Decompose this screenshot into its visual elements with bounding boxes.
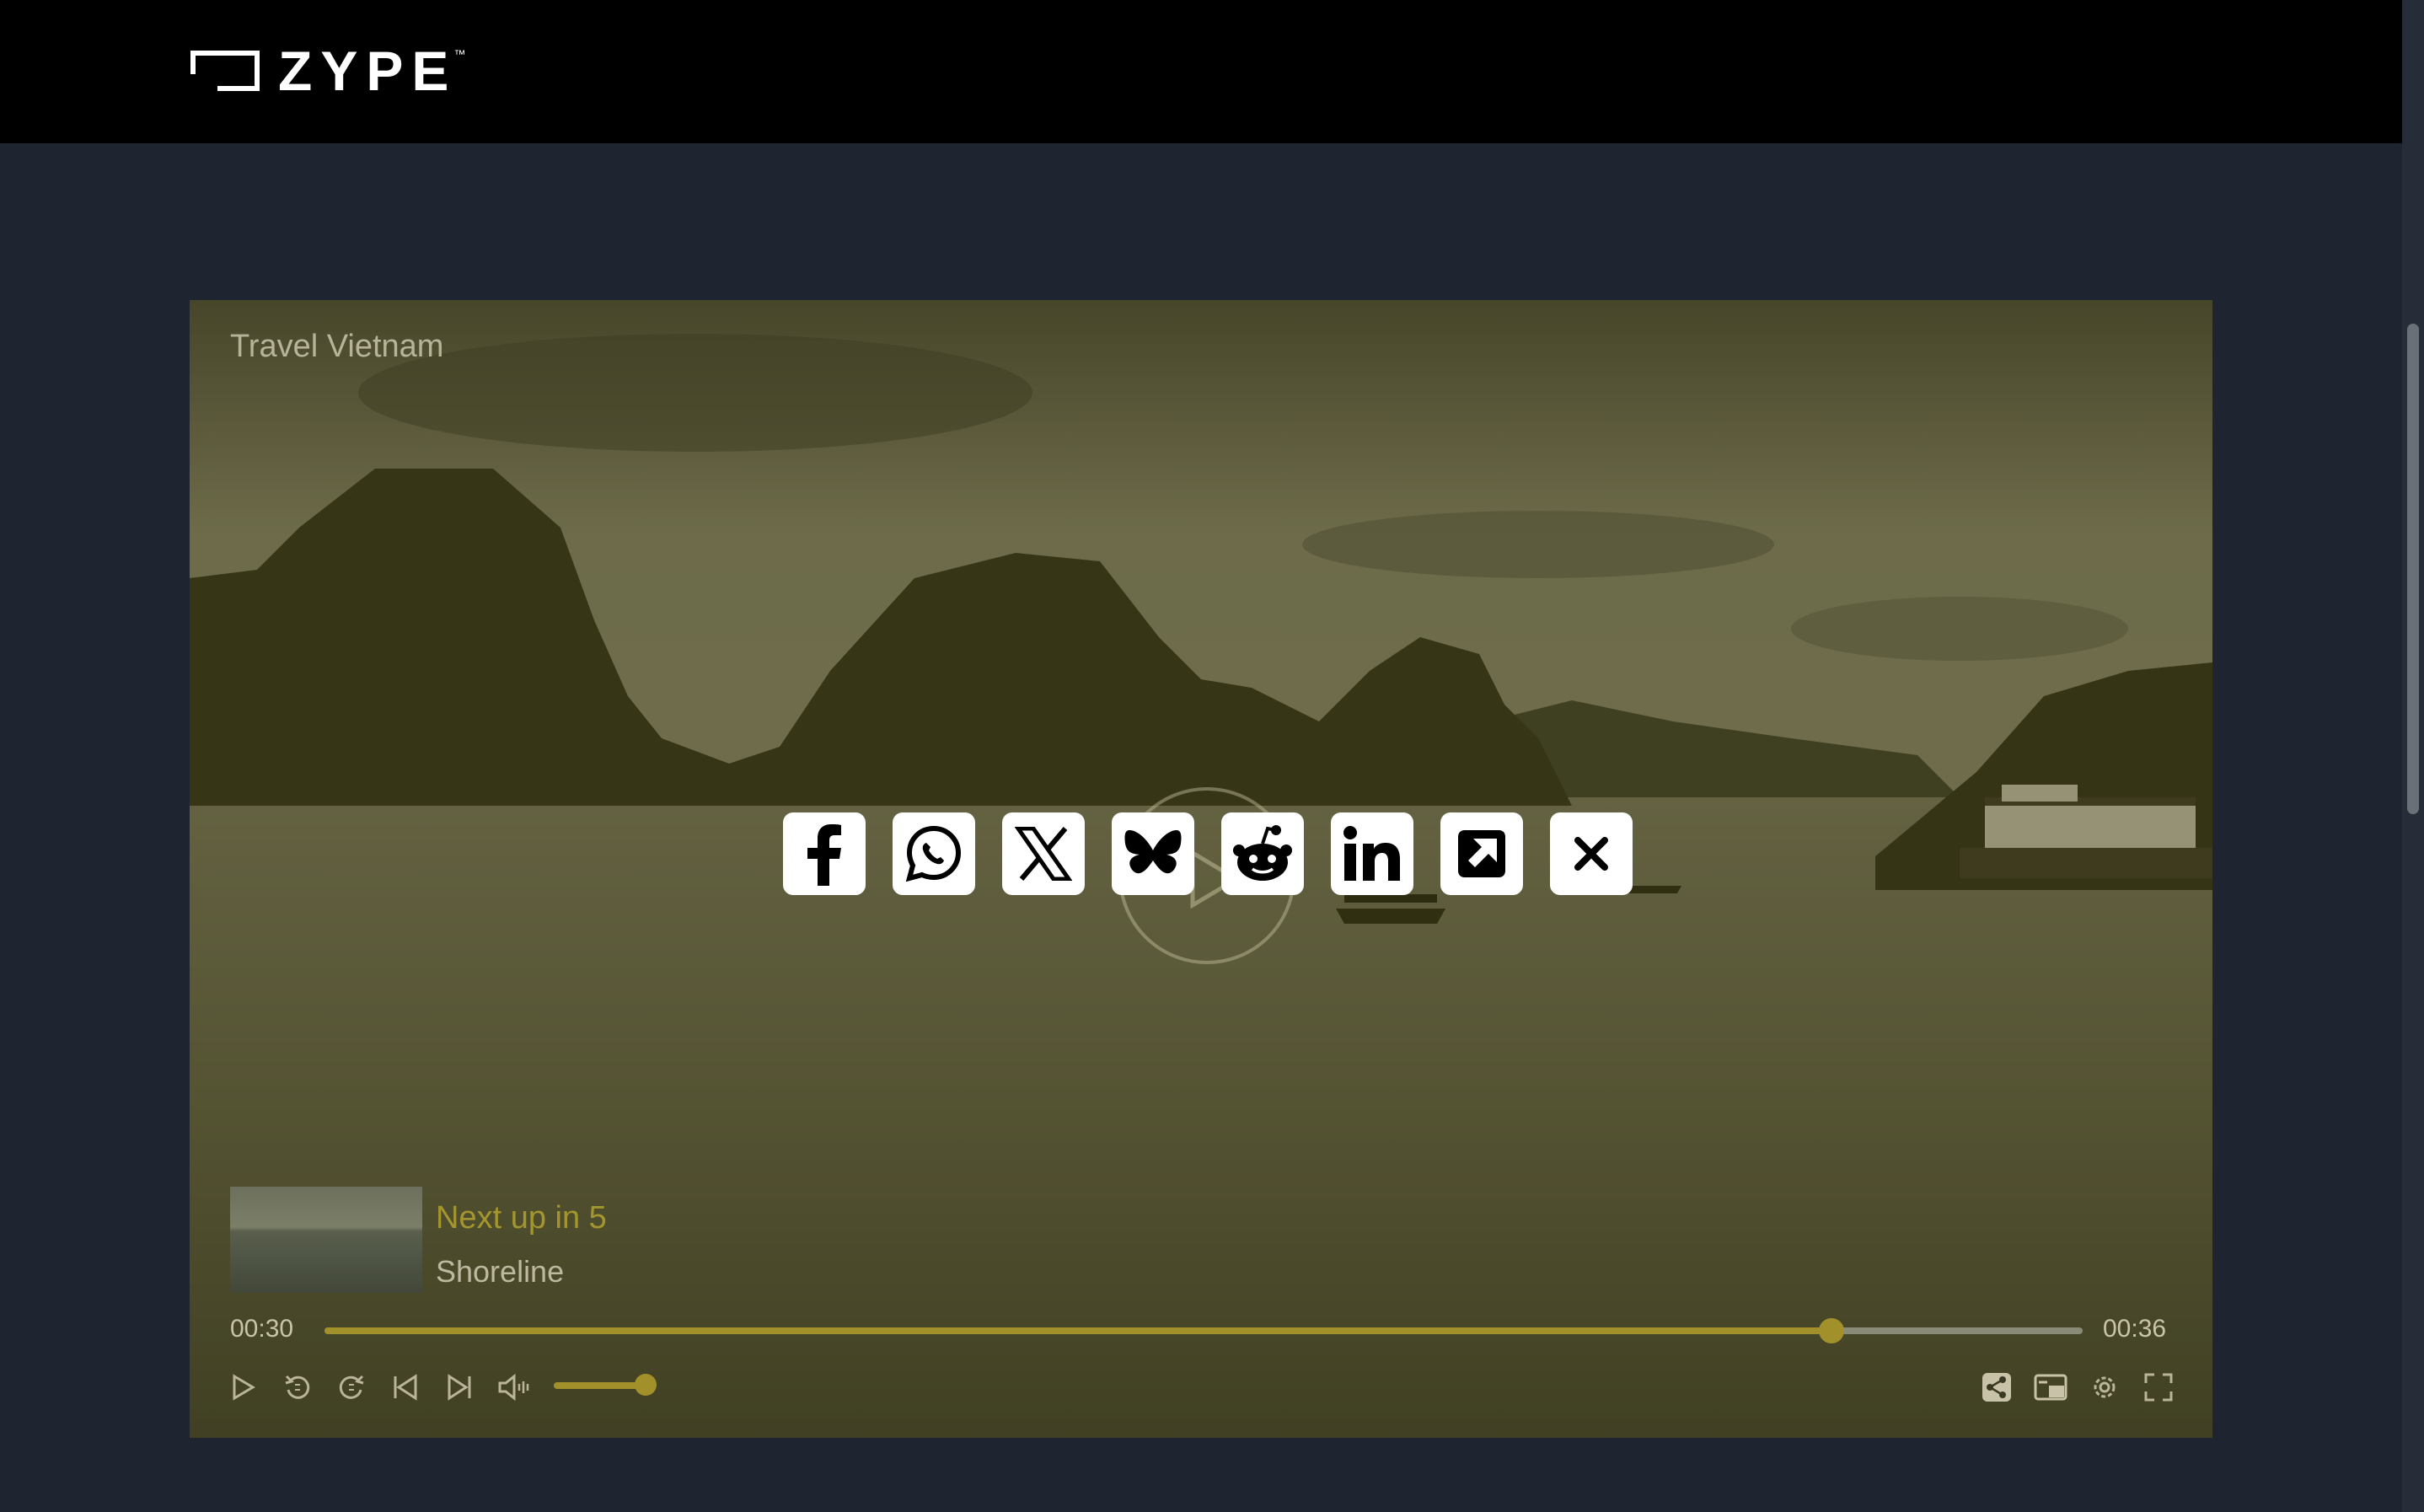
share-linkedin-button[interactable]	[1331, 812, 1413, 895]
logo-wordmark: ZYPE	[278, 40, 458, 102]
next-up-thumbnail[interactable]	[230, 1187, 422, 1293]
duration-time: 00:36	[2103, 1315, 2167, 1343]
share-facebook-button[interactable]	[783, 812, 866, 895]
previous-button[interactable]	[389, 1370, 422, 1404]
volume-handle[interactable]	[635, 1374, 657, 1396]
zype-logo[interactable]: ZYPE ™	[189, 43, 466, 99]
reddit-icon	[1233, 825, 1292, 881]
share-bluesky-button[interactable]	[1112, 812, 1194, 895]
current-time: 00:30	[230, 1315, 294, 1343]
picture-in-picture-button[interactable]	[2034, 1370, 2067, 1404]
volume-slider[interactable]	[554, 1374, 657, 1396]
forward-button[interactable]	[335, 1370, 368, 1404]
share-panel	[783, 812, 1633, 895]
fullscreen-button[interactable]	[2142, 1370, 2175, 1404]
next-up-countdown: Next up in 5	[436, 1200, 607, 1236]
rewind-button[interactable]	[281, 1370, 314, 1404]
share-external-link-button[interactable]	[1440, 812, 1523, 895]
mute-button[interactable]	[496, 1370, 530, 1404]
gear-icon	[2094, 1376, 2116, 1398]
progress-fill	[324, 1327, 1831, 1334]
settings-button[interactable]	[2088, 1370, 2121, 1404]
video-title: Travel Vietnam	[230, 329, 444, 364]
share-whatsapp-button[interactable]	[893, 812, 975, 895]
share-reddit-button[interactable]	[1221, 812, 1304, 895]
scrollbar-thumb[interactable]	[2407, 324, 2419, 814]
share-icon	[1982, 1373, 2011, 1402]
previous-icon	[394, 1374, 417, 1401]
share-x-button[interactable]	[1002, 812, 1085, 895]
external-link-icon	[1458, 830, 1505, 877]
forward-icon	[339, 1375, 364, 1399]
picture-in-picture-icon	[2034, 1374, 2067, 1401]
share-close-button[interactable]	[1550, 812, 1633, 895]
video-player[interactable]: Travel Vietnam Next up in 5 Shoreline 00…	[190, 300, 2212, 1438]
linkedin-icon	[1343, 826, 1400, 881]
trademark-symbol: ™	[453, 47, 466, 61]
logo-mark-icon	[190, 51, 260, 91]
x-icon	[1015, 827, 1072, 881]
play-icon	[233, 1374, 255, 1401]
share-button[interactable]	[1980, 1370, 2014, 1404]
next-up-title: Shoreline	[436, 1254, 565, 1289]
whatsapp-icon	[905, 825, 962, 882]
next-button[interactable]	[442, 1370, 476, 1404]
next-icon	[448, 1374, 471, 1401]
facebook-icon	[807, 824, 841, 886]
fullscreen-icon	[2144, 1373, 2173, 1402]
play-button[interactable]	[227, 1370, 260, 1404]
progress-handle[interactable]	[1818, 1318, 1844, 1343]
rewind-icon	[285, 1375, 310, 1399]
progress-bar[interactable]	[324, 1318, 2083, 1343]
top-navigation-bar: ZYPE ™	[0, 0, 2402, 143]
bluesky-icon	[1124, 830, 1182, 874]
volume-icon	[498, 1374, 529, 1401]
close-icon	[1574, 837, 1608, 871]
